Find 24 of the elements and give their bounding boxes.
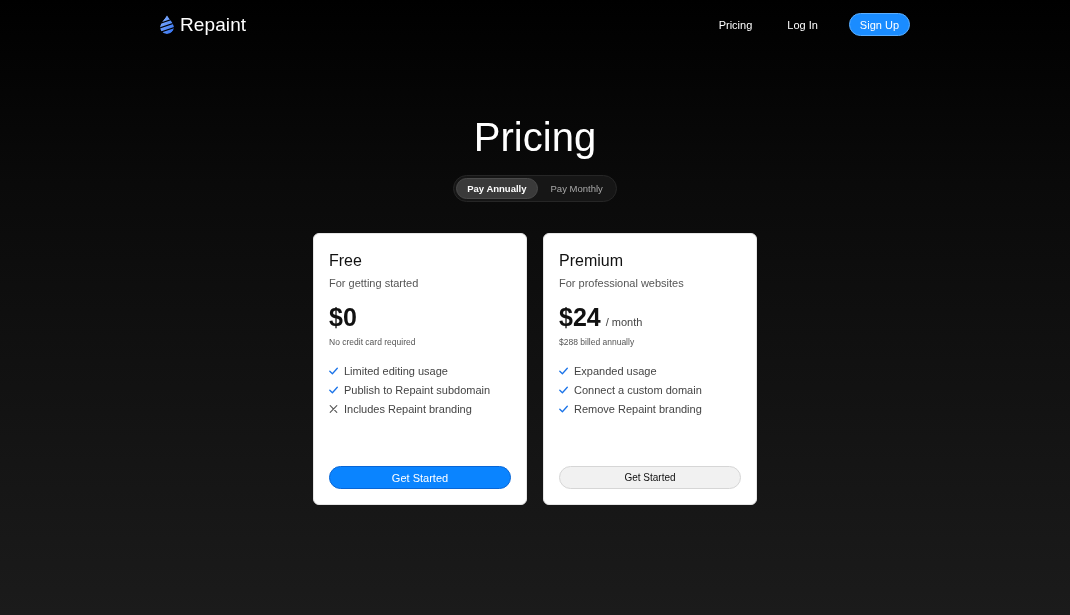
feature-text: Limited editing usage (344, 364, 448, 377)
plan-price: $0 (329, 302, 357, 332)
price-note: No credit card required (329, 336, 417, 348)
feature-text: Remove Repaint branding (574, 402, 702, 415)
feature-text: Connect a custom domain (574, 383, 702, 396)
drop-logo-icon (160, 15, 174, 34)
price-note: $288 billed annually (559, 336, 636, 348)
feature-text: Publish to Repaint subdomain (344, 383, 491, 396)
feature-text: Expanded usage (574, 364, 657, 377)
plan-price: $24 (559, 302, 601, 332)
plan-tagline: For professional websites (559, 276, 685, 290)
billing-option[interactable]: Pay Annually (456, 178, 538, 199)
plan-tagline: For getting started (329, 276, 420, 290)
billing-option[interactable]: Pay Monthly (539, 178, 614, 199)
brand-name: Repaint (180, 13, 247, 36)
plan-name: Premium (559, 251, 624, 271)
get-started-button[interactable]: Get Started (329, 466, 511, 489)
nav-link[interactable]: Log In (787, 18, 818, 31)
plan-name: Free (329, 251, 363, 271)
get-started-button[interactable]: Get Started (559, 466, 741, 489)
feature-text: Includes Repaint branding (344, 402, 472, 415)
page-heading: Pricing (473, 114, 597, 161)
price-period: / month (605, 316, 643, 328)
nav-link[interactable]: Pricing (718, 18, 753, 31)
